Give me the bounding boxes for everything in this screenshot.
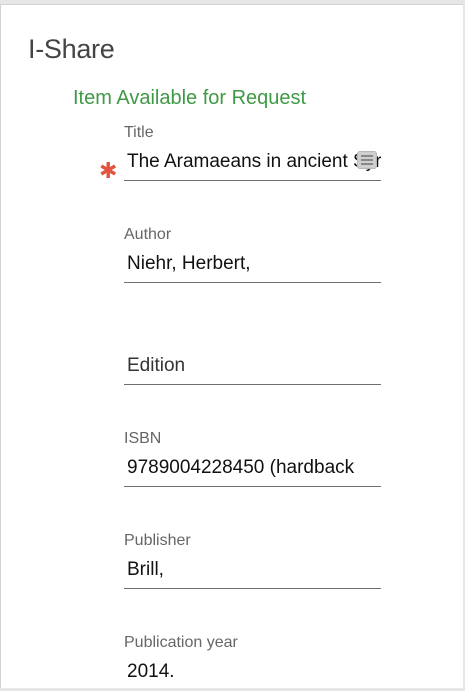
author-field: Author Niehr, Herbert, (124, 225, 381, 283)
publication-year-value: 2014. (127, 661, 175, 682)
title-value: The Aramaeans in ancient Syria (127, 151, 381, 172)
edition-placeholder: Edition (127, 355, 186, 376)
publisher-value: Brill, (127, 559, 164, 580)
text-expand-icon[interactable] (357, 151, 377, 169)
publisher-input[interactable]: Brill, (124, 555, 381, 589)
publication-year-input[interactable]: 2014. (124, 657, 381, 691)
title-input[interactable]: The Aramaeans in ancient Syria (124, 147, 381, 181)
edition-label (124, 327, 381, 347)
publisher-field: Publisher Brill, (124, 531, 381, 589)
page-title: I-Share (28, 34, 115, 64)
publication-year-field: Publication year 2014. (124, 633, 381, 691)
isbn-field: ISBN 9789004228450 (hardback (124, 429, 381, 487)
edition-field: Edition (124, 327, 381, 385)
asterisk-icon: ✱ (99, 158, 118, 183)
publisher-label: Publisher (124, 532, 191, 549)
isbn-value: 9789004228450 (hardback (127, 457, 355, 478)
publication-year-label: Publication year (124, 634, 238, 651)
isbn-input[interactable]: 9789004228450 (hardback (124, 453, 381, 487)
isbn-label: ISBN (124, 430, 162, 447)
title-label: Title (124, 124, 154, 141)
author-input[interactable]: Niehr, Herbert, (124, 249, 381, 283)
author-value: Niehr, Herbert, (127, 253, 251, 274)
request-panel: I-Share Item Available for Request ✱ Tit… (0, 4, 463, 688)
availability-status: Item Available for Request (73, 87, 307, 109)
edition-input[interactable]: Edition (124, 351, 381, 385)
author-label: Author (124, 226, 172, 243)
title-field: Title The Aramaeans in ancient Syria (124, 123, 381, 181)
